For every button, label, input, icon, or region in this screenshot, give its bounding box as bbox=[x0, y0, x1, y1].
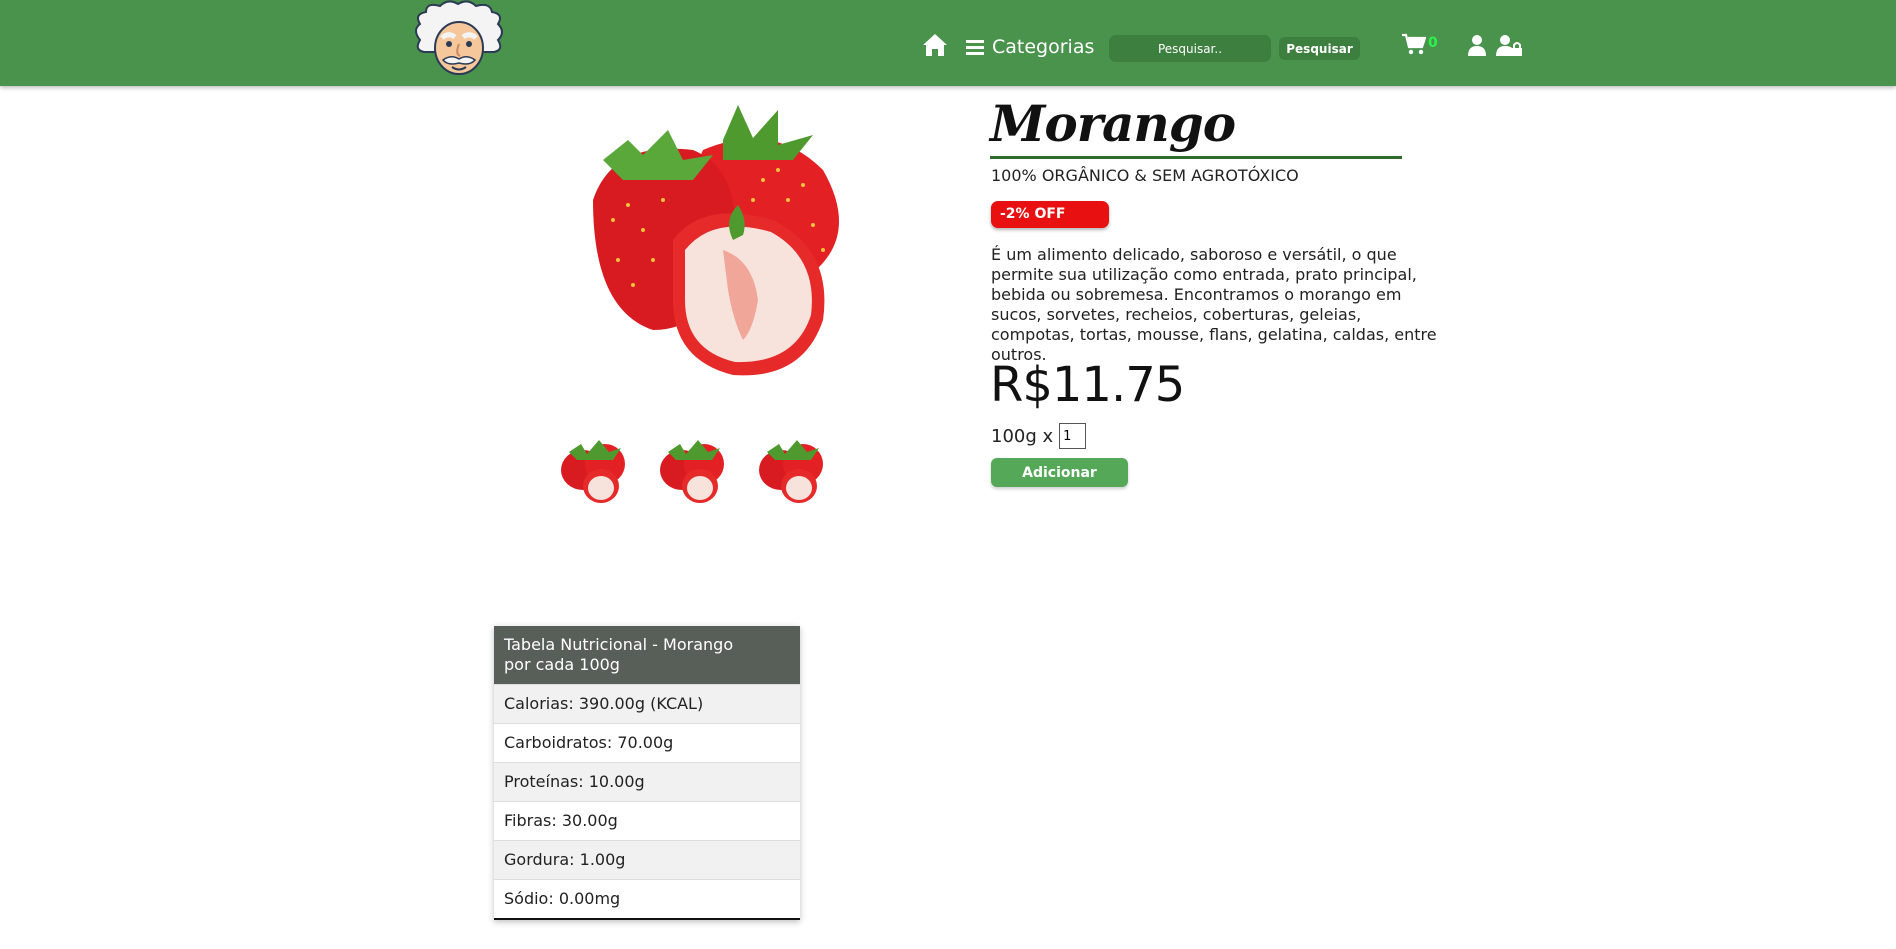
nutrition-row-protein: Proteínas: 10.00g bbox=[494, 762, 800, 801]
nutrition-row-fiber: Fibras: 30.00g bbox=[494, 801, 800, 840]
user-lock-icon[interactable] bbox=[1496, 34, 1522, 56]
nutrition-row-carbs: Carboidratos: 70.00g bbox=[494, 723, 800, 762]
home-icon[interactable] bbox=[922, 33, 948, 57]
product-thumbnail-3[interactable] bbox=[755, 434, 827, 506]
einstein-logo[interactable] bbox=[410, 0, 508, 80]
product-subtitle: 100% ORGÂNICO & SEM AGROTÓXICO bbox=[991, 166, 1299, 185]
search-button[interactable]: Pesquisar bbox=[1279, 37, 1360, 60]
nutrition-row-calories: Calorias: 390.00g (KCAL) bbox=[494, 684, 800, 723]
add-to-cart-button[interactable]: Adicionar bbox=[991, 458, 1128, 487]
nutrition-title: Tabela Nutricional - Morango bbox=[504, 635, 734, 654]
product-thumbnail-1[interactable] bbox=[557, 434, 629, 506]
title-underline bbox=[990, 156, 1402, 159]
cart-button[interactable]: 0 bbox=[1402, 33, 1444, 57]
quantity-row: 100g x bbox=[991, 423, 1087, 449]
product-description: É um alimento delicado, saboroso e versá… bbox=[991, 245, 1437, 364]
user-icon[interactable] bbox=[1467, 34, 1487, 56]
nutrition-row-sodium: Sódio: 0.00mg bbox=[494, 879, 800, 918]
nutrition-rows: Calorias: 390.00g (KCAL) Carboidratos: 7… bbox=[494, 684, 800, 918]
hamburger-menu-icon bbox=[966, 40, 984, 55]
product-main-image bbox=[593, 105, 839, 376]
nutrition-table: Tabela Nutricional - Morango por cada 10… bbox=[494, 626, 800, 920]
nutrition-table-header: Tabela Nutricional - Morango por cada 10… bbox=[494, 626, 800, 684]
product-price: R$11.75 bbox=[990, 357, 1185, 413]
nutrition-row-fat: Gordura: 1.00g bbox=[494, 840, 800, 879]
shopping-cart-icon bbox=[1402, 33, 1427, 55]
product-thumbnail-2[interactable] bbox=[656, 434, 728, 506]
search-input[interactable] bbox=[1109, 35, 1271, 62]
categories-menu-button[interactable]: Categorias bbox=[966, 34, 1094, 60]
top-navbar: Categorias Pesquisar 0 bbox=[0, 0, 1896, 86]
nutrition-subtitle: por cada 100g bbox=[504, 655, 620, 674]
unit-label: 100g x bbox=[991, 425, 1054, 447]
categories-label: Categorias bbox=[992, 36, 1095, 58]
cart-count-badge: 0 bbox=[1428, 35, 1438, 51]
product-title: Morango bbox=[990, 94, 1236, 153]
quantity-input[interactable] bbox=[1059, 423, 1087, 449]
discount-badge: -2% OFF bbox=[991, 201, 1109, 228]
